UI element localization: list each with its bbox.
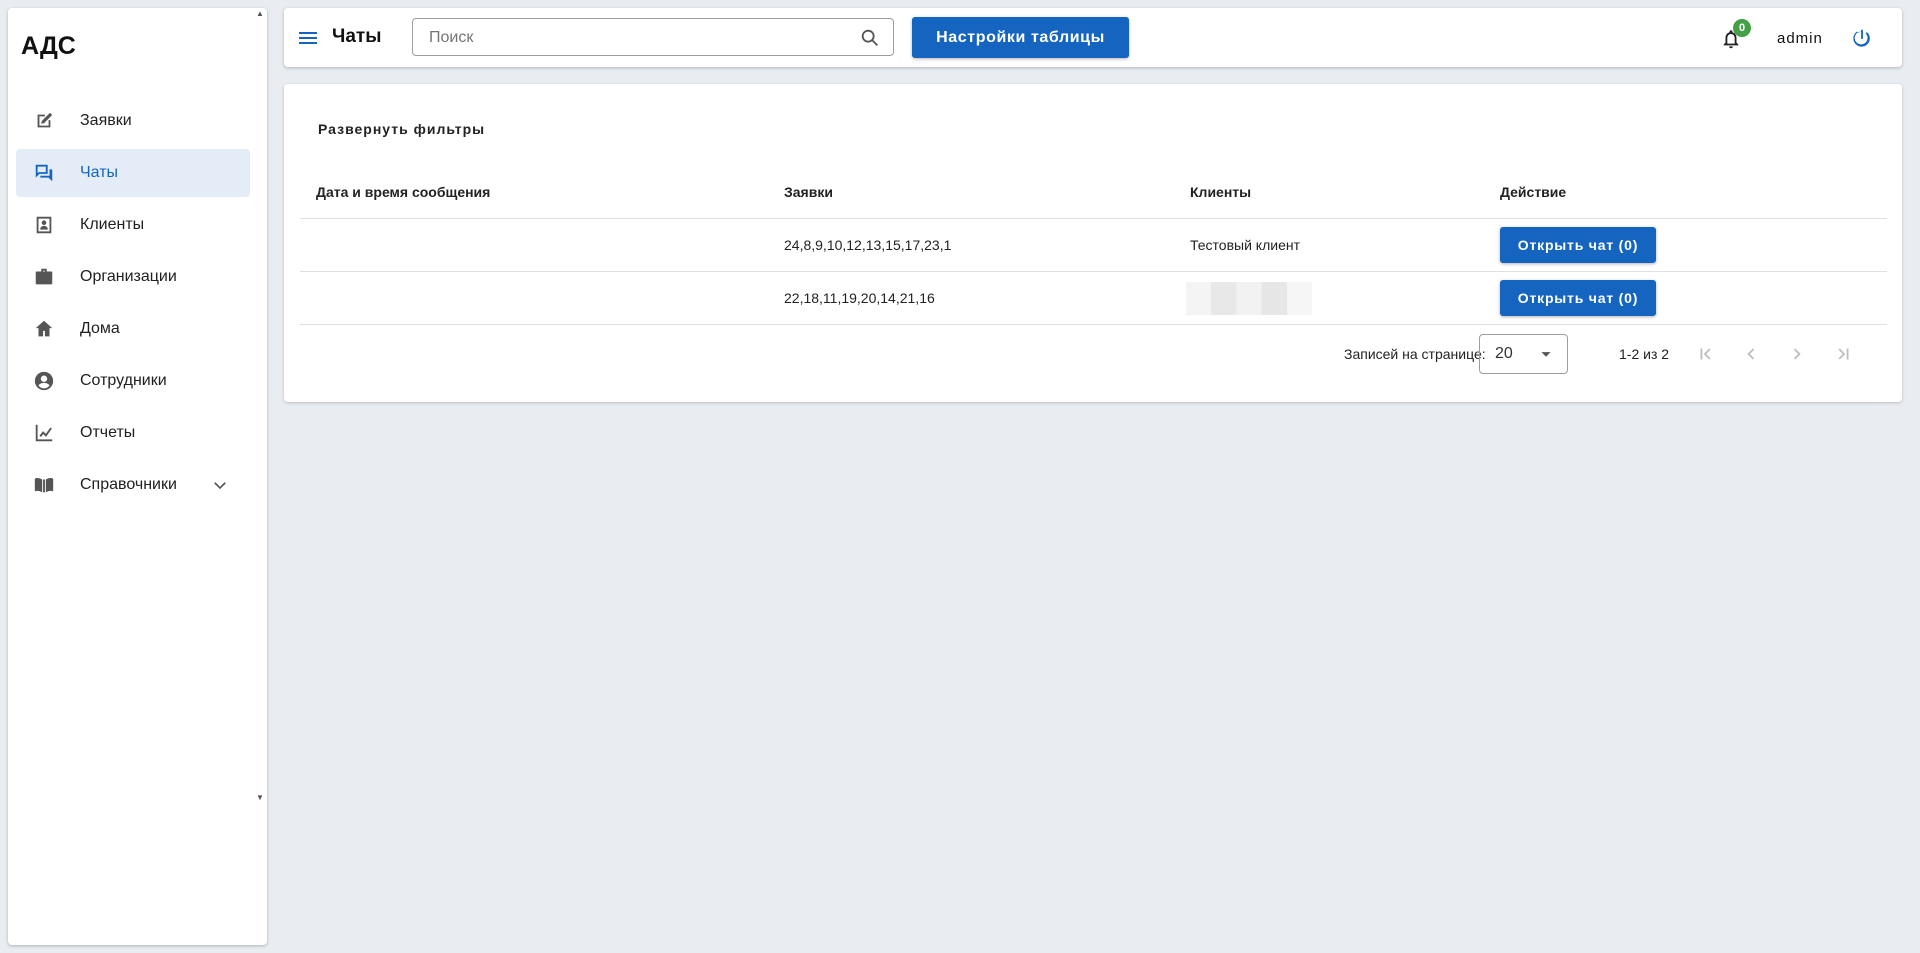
sidebar-item-organizations[interactable]: Организации <box>16 253 250 301</box>
sidebar-item-label: Отчеты <box>80 424 136 441</box>
account-circle-icon <box>32 369 56 393</box>
next-page-icon[interactable] <box>1786 343 1808 365</box>
sidebar-item-houses[interactable]: Дома <box>16 305 250 353</box>
sidebar-item-chats[interactable]: Чаты <box>16 149 250 197</box>
table-header: Дата и время сообщения Заявки Клиенты Де… <box>300 166 1887 219</box>
table-row: 22,18,11,19,20,14,21,16 Открыть чат (0) <box>300 272 1887 325</box>
menu-icon[interactable] <box>296 26 320 50</box>
top-bar: Чаты Настройки таблицы 0 admin <box>284 8 1902 67</box>
sidebar: ▲ АДС Заявки Чаты Клиенты Организации До… <box>8 8 267 945</box>
column-header-requests[interactable]: Заявки <box>784 184 833 200</box>
line-chart-icon <box>32 421 56 445</box>
pagination: Записей на странице: 20 1-2 из 2 <box>300 332 1887 376</box>
book-icon <box>32 473 56 497</box>
chats-card: Развернуть фильтры Дата и время сообщени… <box>284 84 1902 402</box>
column-header-clients[interactable]: Клиенты <box>1190 184 1251 200</box>
sidebar-item-label: Клиенты <box>80 216 145 233</box>
last-page-icon[interactable] <box>1832 343 1854 365</box>
sidebar-item-employees[interactable]: Сотрудники <box>16 357 250 405</box>
sidebar-scroll-up-icon[interactable]: ▲ <box>256 10 264 18</box>
sidebar-item-label: Дома <box>80 320 120 337</box>
search-box[interactable] <box>412 18 894 56</box>
redacted-client-name <box>1186 282 1312 315</box>
sidebar-item-label: Заявки <box>80 112 132 129</box>
caret-down-icon <box>1535 343 1557 365</box>
sidebar-item-requests[interactable]: Заявки <box>16 97 250 145</box>
search-icon[interactable] <box>859 27 881 49</box>
rows-per-page-select[interactable]: 20 <box>1479 334 1568 374</box>
sidebar-item-label: Чаты <box>80 164 119 181</box>
chevron-down-icon[interactable] <box>210 475 230 495</box>
username[interactable]: admin <box>1777 30 1823 47</box>
rows-per-page-value: 20 <box>1495 345 1513 362</box>
open-chat-button[interactable]: Открыть чат (0) <box>1500 280 1656 316</box>
cell-client: Тестовый клиент <box>1190 237 1301 253</box>
sidebar-item-directories[interactable]: Справочники <box>16 461 250 509</box>
rows-per-page-label: Записей на странице: <box>1344 346 1486 362</box>
table-row: 24,8,9,10,12,13,15,17,23,1 Тестовый клие… <box>300 219 1887 272</box>
page-title: Чаты <box>332 26 382 47</box>
sidebar-nav: Заявки Чаты Клиенты Организации Дома Сот… <box>16 97 250 513</box>
column-header-datetime[interactable]: Дата и время сообщения <box>316 184 490 200</box>
column-header-action: Действие <box>1500 184 1567 200</box>
cell-requests: 24,8,9,10,12,13,15,17,23,1 <box>784 237 952 253</box>
sidebar-item-label: Организации <box>80 268 177 285</box>
sidebar-item-label: Сотрудники <box>80 372 167 389</box>
page-range: 1-2 из 2 <box>1619 346 1670 362</box>
chat-icon <box>32 161 56 185</box>
sidebar-scroll-down-icon[interactable]: ▼ <box>256 794 264 802</box>
notification-badge: 0 <box>1733 19 1751 37</box>
open-chat-button[interactable]: Открыть чат (0) <box>1500 227 1656 263</box>
sidebar-item-label: Справочники <box>80 476 177 493</box>
cell-requests: 22,18,11,19,20,14,21,16 <box>784 290 935 306</box>
power-icon[interactable] <box>1851 27 1873 49</box>
sidebar-item-reports[interactable]: Отчеты <box>16 409 250 457</box>
briefcase-icon <box>32 265 56 289</box>
search-input[interactable] <box>427 27 851 49</box>
app-brand: АДС <box>21 32 76 60</box>
edit-icon <box>32 109 56 133</box>
home-icon <box>32 317 56 341</box>
sidebar-item-clients[interactable]: Клиенты <box>16 201 250 249</box>
table-settings-button[interactable]: Настройки таблицы <box>912 17 1129 58</box>
chats-table: Дата и время сообщения Заявки Клиенты Де… <box>300 166 1887 325</box>
expand-filters-button[interactable]: Развернуть фильтры <box>318 121 485 137</box>
contact-card-icon <box>32 213 56 237</box>
first-page-icon[interactable] <box>1695 343 1717 365</box>
previous-page-icon[interactable] <box>1740 343 1762 365</box>
